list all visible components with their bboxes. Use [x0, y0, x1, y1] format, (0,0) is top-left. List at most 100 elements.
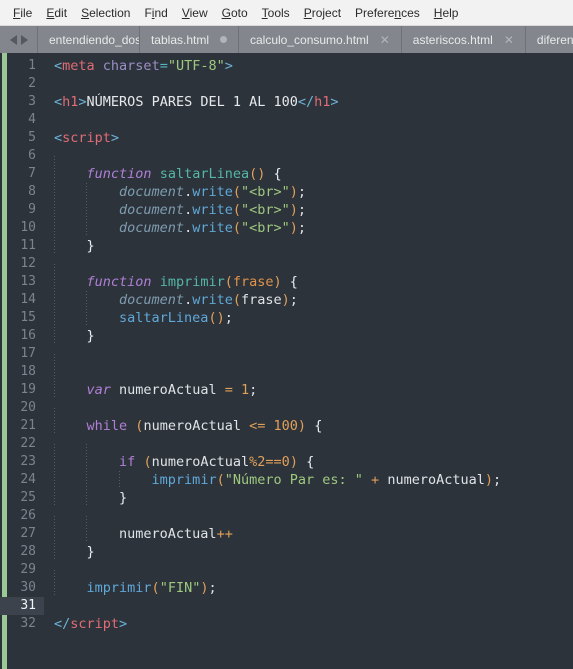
line-source[interactable]: function saltarLinea() { [44, 165, 573, 183]
code-line[interactable]: 17 [0, 345, 573, 372]
tab-nav-arrows[interactable] [0, 26, 37, 53]
tab-diferen[interactable]: diferen [524, 26, 573, 53]
code-line[interactable]: 13 function imprimir(frase) { [0, 273, 573, 291]
line-source[interactable]: numeroActual++ [44, 525, 573, 543]
menu-item-goto[interactable]: Goto [215, 3, 255, 23]
arrow-left-icon[interactable] [10, 34, 17, 45]
line-source[interactable]: <meta charset="UTF-8"> [44, 57, 573, 75]
line-source[interactable]: while (numeroActual <= 100) { [44, 417, 573, 435]
code-line[interactable]: 3 <h1>NÚMEROS PARES DEL 1 AL 100</h1> [0, 93, 573, 111]
code-editor[interactable]: 1 <meta charset="UTF-8"> 2 3 <h1>NÚMEROS PAR… [0, 53, 573, 669]
tab-calculo-consumo-html[interactable]: calculo_consumo.html ✕ [238, 26, 401, 53]
code-line[interactable]: 1 <meta charset="UTF-8"> [0, 57, 573, 75]
line-source[interactable]: } [44, 237, 573, 255]
code-line[interactable]: 15 saltarLinea(); [0, 309, 573, 327]
menu-item-find[interactable]: Find [137, 3, 174, 23]
line-source[interactable]: document.write(frase); [44, 291, 573, 309]
code-line[interactable]: 32 </script> [0, 615, 573, 633]
line-source[interactable]: saltarLinea(); [44, 309, 573, 327]
token: { [289, 274, 298, 290]
code-line[interactable]: 6 [0, 147, 573, 174]
line-source[interactable]: document.write("<br>"); [44, 201, 573, 219]
code-line[interactable]: 21 while (numeroActual <= 100) { [0, 417, 573, 435]
code-line[interactable]: 5 <script> [0, 129, 573, 147]
line-source[interactable]: <h1>NÚMEROS PARES DEL 1 AL 100</h1> [44, 93, 573, 111]
code-line[interactable]: 16 } [0, 327, 573, 345]
code-line[interactable]: 30 imprimir("FIN"); [0, 579, 573, 597]
token: < [54, 94, 63, 110]
token: </ [297, 94, 315, 110]
code-line[interactable]: 7 function saltarLinea() { [0, 165, 573, 183]
menu-item-tools[interactable]: Tools [255, 3, 297, 23]
code-line[interactable]: 27 numeroActual++ [0, 525, 573, 543]
indent-guide [54, 579, 55, 597]
token: imprimir [151, 472, 217, 488]
code-line[interactable]: 31 [0, 597, 573, 615]
indent-guide [54, 327, 55, 345]
code-line[interactable]: 10 document.write("<br>"); [0, 219, 573, 237]
close-icon[interactable]: ✕ [380, 34, 390, 46]
line-source[interactable]: <script> [44, 129, 573, 147]
line-source[interactable]: document.write("<br>"); [44, 183, 573, 201]
code-line[interactable]: 14 document.write(frase); [0, 291, 573, 309]
line-number: 20 [20, 400, 36, 415]
tab-label: calculo_consumo.html [250, 32, 369, 47]
line-source[interactable]: imprimir("Número Par es: " + numeroActua… [44, 471, 573, 489]
code-line[interactable]: 26 [0, 507, 573, 534]
line-source[interactable]: imprimir("FIN"); [44, 579, 573, 597]
code-line[interactable]: 25 } [0, 489, 573, 507]
token: () [208, 310, 225, 326]
code-line[interactable]: 20 [0, 399, 573, 426]
line-source[interactable]: if (numeroActual%2==0) { [44, 453, 573, 471]
line-source[interactable]: } [44, 489, 573, 507]
code-line[interactable]: 28 } [0, 543, 573, 561]
menu-item-selection[interactable]: Selection [74, 3, 137, 23]
line-source[interactable]: } [44, 543, 573, 561]
token: ; [297, 220, 307, 236]
code-line[interactable]: 18 [0, 363, 573, 390]
code-line[interactable]: 23 if (numeroActual%2==0) { [0, 453, 573, 471]
line-number: 24 [20, 472, 36, 487]
code-line[interactable]: 24 imprimir("Número Par es: " + numeroAc… [0, 471, 573, 489]
token: () [249, 166, 266, 182]
code-line[interactable]: 8 document.write("<br>"); [0, 183, 573, 201]
line-source[interactable]: function imprimir(frase) { [44, 273, 573, 291]
token: function [86, 274, 152, 290]
line-source[interactable]: var numeroActual = 1; [44, 381, 573, 399]
code-line[interactable]: 22 [0, 435, 573, 462]
code-line[interactable]: 12 [0, 255, 573, 282]
menu-item-preferences[interactable]: Preferences [348, 3, 427, 23]
menu-item-help[interactable]: Help [427, 3, 466, 23]
indent-guide [54, 489, 55, 507]
line-number: 2 [28, 76, 36, 91]
code-line[interactable]: 2 [0, 75, 573, 93]
code-line[interactable]: 9 document.write("<br>"); [0, 201, 573, 219]
indent-guide [54, 543, 55, 561]
unsaved-dot-icon[interactable] [220, 36, 227, 43]
tab-entendiendo-dos-mu[interactable]: entendiendo_dos_mu [37, 26, 139, 53]
line-source[interactable]: </script> [44, 615, 573, 633]
code-line[interactable]: 4 [0, 111, 573, 129]
close-icon[interactable]: ✕ [504, 34, 514, 46]
token: document [119, 292, 185, 308]
code-line[interactable]: 11 } [0, 237, 573, 255]
menu-item-view[interactable]: View [175, 3, 215, 23]
line-source[interactable]: } [44, 327, 573, 345]
menu-item-project[interactable]: Project [297, 3, 348, 23]
menu-item-edit[interactable]: Edit [39, 3, 74, 23]
line-source[interactable]: document.write("<br>"); [44, 219, 573, 237]
arrow-right-icon[interactable] [21, 34, 28, 45]
token: < [54, 58, 63, 74]
code-line[interactable]: 29 [0, 561, 573, 588]
code-content[interactable]: 1 <meta charset="UTF-8"> 2 3 <h1>NÚMEROS PAR… [0, 53, 573, 633]
tab-tablas-html[interactable]: tablas.html [138, 26, 238, 53]
code-line[interactable]: 19 var numeroActual = 1; [0, 381, 573, 399]
token: write [192, 184, 233, 200]
tab-asteriscos-html[interactable]: asteriscos.html ✕ [400, 26, 525, 53]
menu-item-file[interactable]: File [6, 3, 39, 23]
